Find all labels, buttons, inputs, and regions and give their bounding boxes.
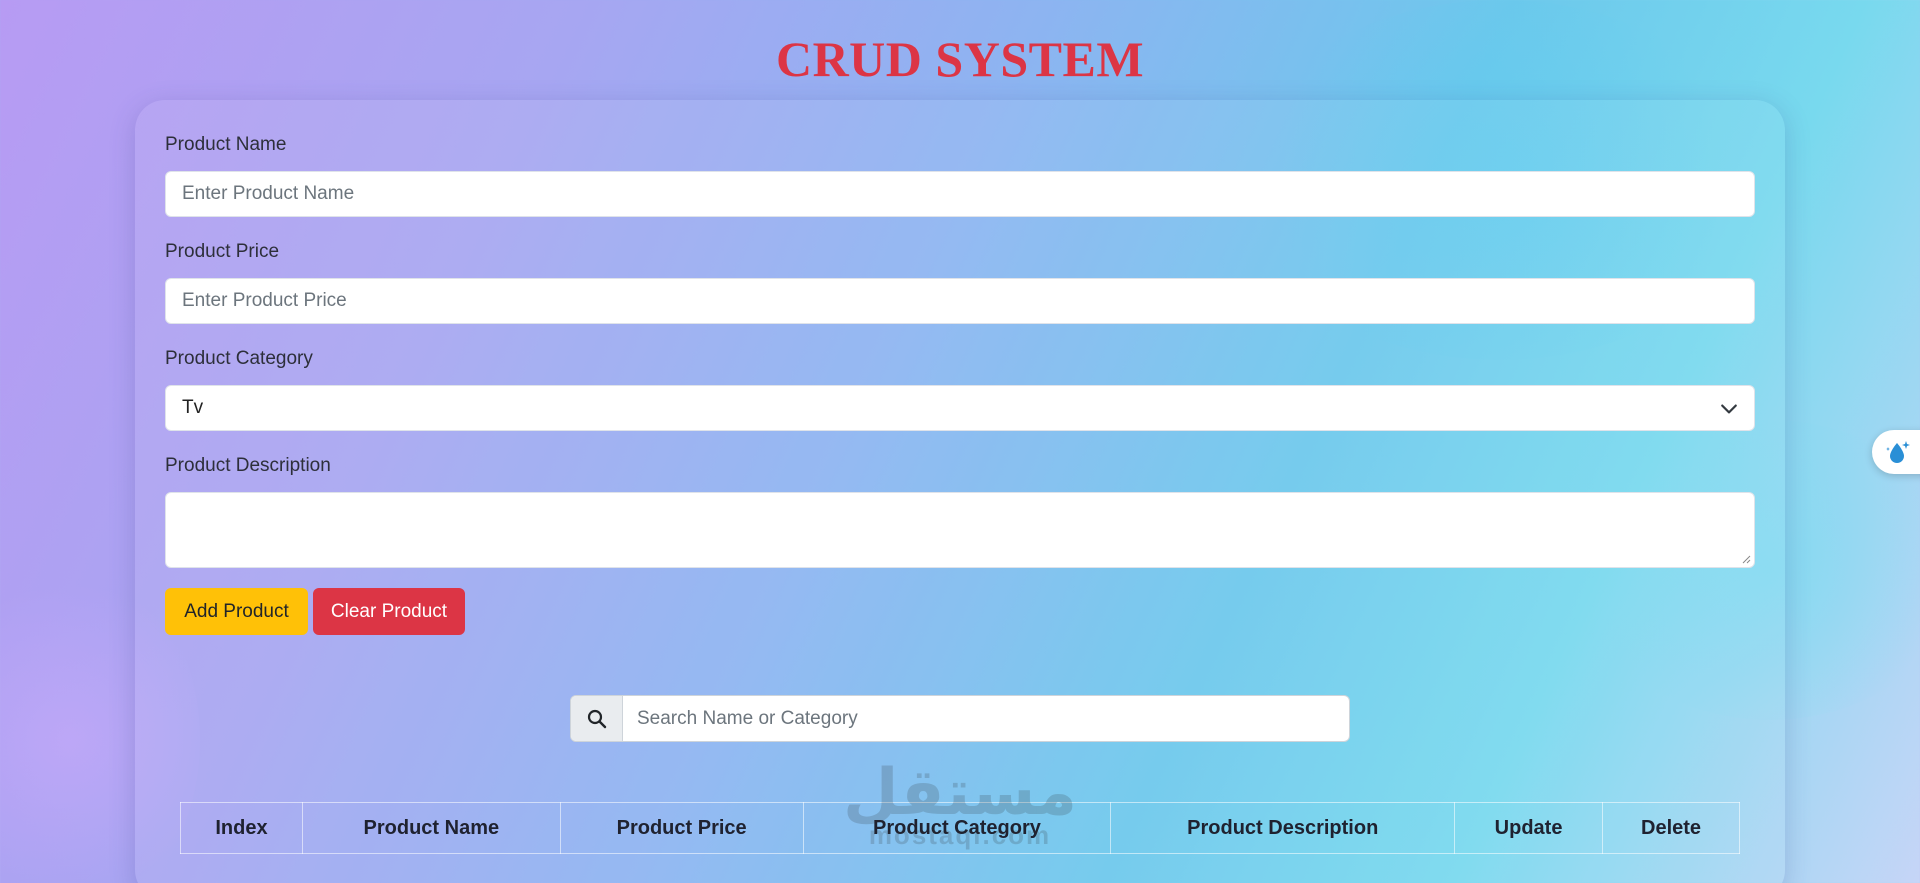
product-description-textarea[interactable] bbox=[165, 492, 1755, 568]
search-placeholder: Search Name or Category bbox=[637, 707, 858, 729]
search-group: Search Name or Category bbox=[570, 695, 1350, 742]
product-price-label: Product Price bbox=[165, 241, 280, 262]
column-header-index: Index bbox=[180, 802, 303, 854]
watermark-latin: mostaql.com bbox=[868, 820, 1052, 850]
watermark-arabic: مستقل bbox=[842, 756, 1078, 828]
column-header-product-description: Product Description bbox=[1110, 802, 1456, 854]
chevron-down-icon bbox=[1721, 404, 1737, 414]
water-drop-sparkle-icon bbox=[1886, 441, 1910, 463]
product-description-label: Product Description bbox=[165, 455, 331, 476]
column-header-product-name: Product Name bbox=[301, 802, 561, 854]
search-icon bbox=[587, 709, 606, 728]
extension-widget-button[interactable] bbox=[1872, 430, 1920, 474]
column-header-update: Update bbox=[1454, 802, 1604, 854]
page-title: CRUD SYSTEM bbox=[775, 31, 1145, 87]
clear-product-button[interactable]: Clear Product bbox=[313, 588, 465, 635]
search-input[interactable]: Search Name or Category bbox=[623, 696, 1349, 741]
column-header-delete: Delete bbox=[1602, 802, 1740, 854]
product-category-label: Product Category bbox=[165, 348, 313, 369]
product-name-input[interactable]: Enter Product Name bbox=[165, 171, 1755, 217]
product-price-placeholder: Enter Product Price bbox=[182, 290, 347, 311]
product-category-select[interactable]: Tv bbox=[165, 385, 1755, 431]
column-header-product-price: Product Price bbox=[559, 802, 804, 854]
watermark-logo: مستقل mostaql.com bbox=[840, 755, 1080, 865]
search-addon bbox=[571, 696, 623, 741]
resize-grip-icon[interactable] bbox=[1741, 554, 1751, 564]
product-name-label: Product Name bbox=[165, 134, 287, 155]
add-product-button[interactable]: Add Product bbox=[165, 588, 308, 635]
product-price-input[interactable]: Enter Product Price bbox=[165, 278, 1755, 324]
product-category-value: Tv bbox=[182, 397, 204, 418]
product-name-placeholder: Enter Product Name bbox=[182, 183, 355, 204]
